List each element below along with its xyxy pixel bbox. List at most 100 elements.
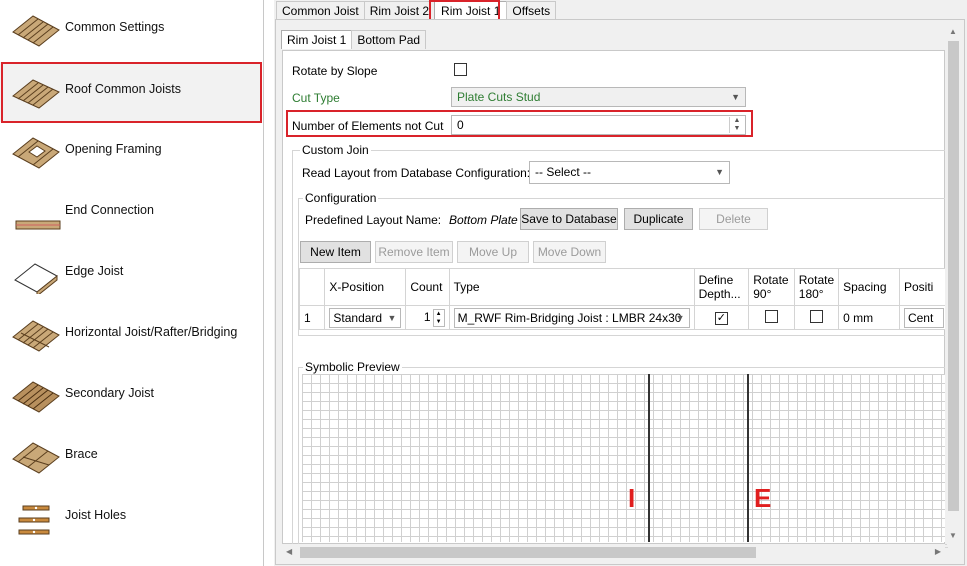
tab-common-joist[interactable]: Common Joist [276, 1, 365, 20]
chevron-down-icon: ▼ [675, 312, 685, 323]
count-cell[interactable]: 1 ▲ ▼ [405, 305, 450, 330]
spinner-icon[interactable]: ▲ ▼ [432, 308, 445, 327]
symbolic-preview-group: Symbolic Preview I E [298, 360, 948, 548]
scroll-left-icon[interactable]: ◀ [286, 547, 292, 556]
sidebar-item-opening-framing[interactable]: Opening Framing [0, 122, 262, 182]
configuration-title: Configuration [303, 191, 379, 205]
tab-rim-joist-1-sub[interactable]: Rim Joist 1 [281, 30, 353, 49]
chevron-down-icon: ▼ [731, 92, 740, 102]
sub-tab-bar: Rim Joist 1 Bottom Pad [281, 30, 427, 49]
x-position-cell[interactable]: Standard ▼ [324, 305, 407, 330]
col-position[interactable]: Positi [898, 268, 950, 306]
col-spacing[interactable]: Spacing [838, 268, 900, 306]
remove-item-button[interactable]: Remove Item [375, 241, 453, 263]
sidebar-item-label: Opening Framing [65, 142, 162, 156]
horizontal-scrollbar[interactable]: ◀ ▶ [282, 544, 945, 561]
roof-joist-icon [12, 79, 60, 109]
tab-offsets[interactable]: Offsets [506, 1, 557, 20]
rotate-180-checkbox[interactable] [809, 309, 823, 323]
position-value: Cent [907, 310, 934, 325]
save-to-database-button[interactable]: Save to Database [520, 208, 618, 230]
col-count[interactable]: Count [405, 268, 450, 306]
tab-bottom-pad[interactable]: Bottom Pad [351, 30, 427, 49]
rotate-90-checkbox[interactable] [764, 309, 778, 323]
sidebar-item-brace[interactable]: Brace [0, 427, 262, 487]
opening-icon [12, 137, 60, 169]
sidebar-item-common-settings[interactable]: Common Settings [0, 0, 262, 60]
brace-icon [12, 442, 60, 474]
sidebar-item-label: Roof Common Joists [65, 82, 182, 96]
move-down-button[interactable]: Move Down [533, 241, 606, 263]
marker-exterior: E [754, 483, 772, 513]
col-define-depth[interactable]: Define Depth... [693, 268, 750, 306]
custom-join-group: Custom Join Read Layout from Database Co… [292, 143, 950, 548]
top-tab-bar: Common Joist Rim Joist 2 Rim Joist 1 Off… [276, 1, 557, 20]
type-value: M_RWF Rim-Bridging Joist : LMBR 24x30 [457, 310, 682, 325]
joist-holes-icon [18, 505, 50, 535]
read-layout-select[interactable]: -- Select -- ▼ [529, 161, 730, 184]
scroll-up-icon[interactable]: ▲ [949, 27, 957, 36]
tab-rim-joist-2[interactable]: Rim Joist 2 [363, 1, 436, 20]
symbolic-preview-title: Symbolic Preview [303, 360, 402, 374]
cut-type-value: Plate Cuts Stud [457, 90, 541, 104]
spinner-icon[interactable]: ▲ ▼ [729, 117, 744, 133]
row-index: 1 [298, 305, 326, 330]
custom-join-title: Custom Join [300, 143, 371, 157]
scroll-right-icon[interactable]: ▶ [935, 547, 941, 556]
move-up-button[interactable]: Move Up [457, 241, 529, 263]
define-depth-checkbox[interactable]: ✓ [714, 312, 728, 325]
rotate-90-cell[interactable] [748, 305, 795, 330]
preview-canvas: I E [302, 374, 947, 542]
scroll-down-icon[interactable]: ▼ [949, 531, 957, 540]
tab-content: Rim Joist 1 Bottom Pad Rotate by Slope C… [275, 19, 965, 565]
tab-rim-joist-1[interactable]: Rim Joist 1 [434, 1, 508, 20]
position-cell[interactable]: Cent [898, 305, 950, 330]
joist-icon [12, 15, 60, 47]
rotate-180-cell[interactable] [793, 305, 840, 330]
read-layout-value: -- Select -- [535, 165, 592, 179]
x-position-value: Standard [333, 310, 383, 325]
sidebar-item-label: Horizontal Joist/Rafter/Bridging [65, 325, 238, 339]
sidebar: Common Settings Roof Common Joists Openi… [0, 0, 264, 566]
sidebar-item-horizontal-joist[interactable]: Horizontal Joist/Rafter/Bridging [0, 305, 262, 365]
sidebar-item-label: End Connection [65, 203, 154, 217]
count-value: 1 [423, 309, 431, 324]
define-depth-cell[interactable]: ✓ [693, 305, 750, 330]
sidebar-item-edge-joist[interactable]: Edge Joist [0, 244, 262, 304]
rim-joist-form: Rotate by Slope Cut Type Plate Cuts Stud… [282, 50, 950, 548]
secondary-joist-icon [12, 381, 60, 413]
cut-type-label: Cut Type [292, 91, 340, 105]
delete-button[interactable]: Delete [699, 208, 768, 230]
scroll-thumb-horizontal[interactable] [300, 547, 756, 558]
read-layout-label: Read Layout from Database Configuration: [302, 166, 531, 180]
sidebar-item-joist-holes[interactable]: Joist Holes [0, 488, 262, 548]
sidebar-item-roof-common-joists[interactable]: Roof Common Joists [0, 62, 262, 122]
vertical-scrollbar[interactable]: ▲ ▼ [945, 25, 962, 544]
spacing-cell[interactable]: 0 mm [838, 305, 900, 330]
settings-panel: Common Joist Rim Joist 2 Rim Joist 1 Off… [274, 0, 967, 566]
preview-line-interior [648, 374, 650, 542]
duplicate-button[interactable]: Duplicate [624, 208, 693, 230]
scroll-thumb[interactable] [948, 41, 959, 511]
cut-type-select[interactable]: Plate Cuts Stud ▼ [451, 87, 746, 107]
sidebar-item-label: Secondary Joist [65, 386, 154, 400]
new-item-button[interactable]: New Item [300, 241, 371, 263]
col-rotate-180[interactable]: Rotate 180° [793, 268, 840, 306]
row-header [298, 268, 326, 306]
sidebar-item-end-connection[interactable]: End Connection [0, 183, 262, 243]
preview-line-exterior [747, 374, 749, 542]
table-row[interactable]: 1 Standard ▼ 1 ▲ ▼ M_RWF Rim-Bridging Joist… [298, 305, 950, 330]
type-cell[interactable]: M_RWF Rim-Bridging Joist : LMBR 24x30 ▼ [448, 305, 695, 330]
col-rotate-90[interactable]: Rotate 90° [748, 268, 795, 306]
predefined-layout-label: Predefined Layout Name: [305, 213, 442, 227]
sidebar-item-secondary-joist[interactable]: Secondary Joist [0, 366, 262, 426]
col-type[interactable]: Type [448, 268, 695, 306]
predefined-layout-value: Bottom Plate [449, 213, 518, 227]
sidebar-item-label: Joist Holes [65, 508, 127, 522]
layout-table: X-Position Count Type Define Depth... Ro… [298, 268, 950, 330]
configuration-group: Configuration Predefined Layout Name: Bo… [298, 191, 950, 336]
col-x-position[interactable]: X-Position [324, 268, 407, 306]
table-header-row: X-Position Count Type Define Depth... Ro… [298, 268, 950, 306]
rotate-by-slope-checkbox[interactable] [454, 63, 467, 76]
num-elements-input[interactable]: 0 ▲ ▼ [451, 115, 746, 135]
